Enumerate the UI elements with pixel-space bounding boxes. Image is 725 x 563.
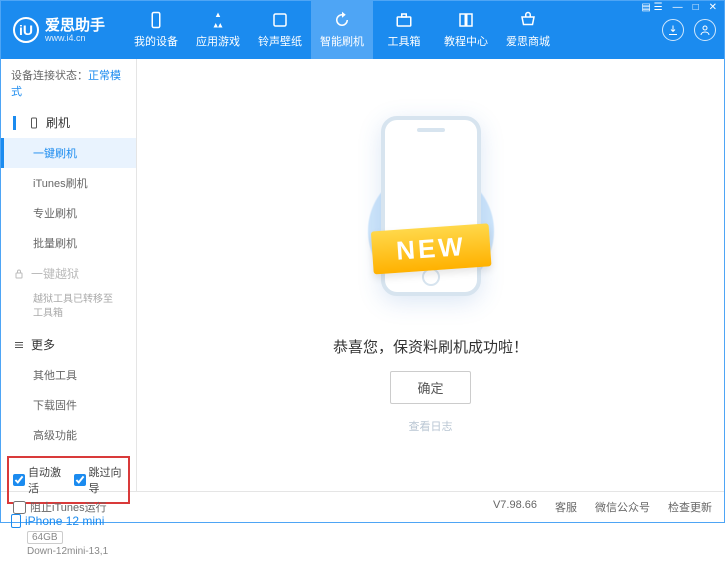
block-itunes-checkbox[interactable]: 阻止iTunes运行 xyxy=(13,499,107,515)
device-name: iPhone 12 mini xyxy=(11,514,128,528)
toolbox-icon xyxy=(395,11,413,29)
lock-icon xyxy=(13,268,25,280)
user-icon xyxy=(699,24,711,36)
app-title: 爱思助手 xyxy=(45,18,105,33)
nav-apps[interactable]: 应用游戏 xyxy=(187,1,249,59)
connection-status: 设备连接状态：正常模式 xyxy=(1,59,136,107)
user-button[interactable] xyxy=(694,19,716,41)
refresh-icon xyxy=(333,11,351,29)
sidebar-section-more[interactable]: 更多 xyxy=(1,329,136,360)
logo-icon: iU xyxy=(13,17,39,43)
customer-service-link[interactable]: 客服 xyxy=(555,499,577,515)
download-button[interactable] xyxy=(662,19,684,41)
wechat-link[interactable]: 微信公众号 xyxy=(595,499,650,515)
sidebar-section-flash[interactable]: 刷机 xyxy=(1,107,136,138)
sidebar-item-batch[interactable]: 批量刷机 xyxy=(1,228,136,258)
phone-small-icon xyxy=(28,117,40,129)
nav-my-device[interactable]: 我的设备 xyxy=(125,1,187,59)
jailbreak-note: 越狱工具已转移至 工具箱 xyxy=(1,289,136,329)
device-firmware: Down-12mini-13,1 xyxy=(27,546,128,557)
main-nav: 我的设备 应用游戏 铃声壁纸 智能刷机 工具箱 教程中心 爱思商城 xyxy=(125,1,662,59)
header-bar: iU 爱思助手 www.i4.cn 我的设备 应用游戏 铃声壁纸 智能刷机 工具… xyxy=(1,1,724,59)
option-checkboxes: 自动激活 跳过向导 xyxy=(7,456,130,504)
minimize-icon[interactable]: — xyxy=(671,2,685,13)
close-icon[interactable]: ✕ xyxy=(707,2,719,13)
device-info[interactable]: iPhone 12 mini 64GB Down-12mini-13,1 xyxy=(1,510,136,563)
skip-guide-checkbox[interactable]: 跳过向导 xyxy=(74,464,125,496)
menu-lines-icon xyxy=(13,339,25,351)
sidebar-item-other[interactable]: 其他工具 xyxy=(1,360,136,390)
view-log-link[interactable]: 查看日志 xyxy=(409,418,453,434)
nav-store[interactable]: 爱思商城 xyxy=(497,1,559,59)
device-storage: 64GB xyxy=(27,531,63,544)
nav-toolbox[interactable]: 工具箱 xyxy=(373,1,435,59)
sidebar-item-advanced[interactable]: 高级功能 xyxy=(1,420,136,450)
sidebar-item-pro[interactable]: 专业刷机 xyxy=(1,198,136,228)
version-label: V7.98.66 xyxy=(493,499,537,515)
window-controls: ▤ ☰ — □ ✕ xyxy=(639,2,719,13)
success-message: 恭喜您，保资料刷机成功啦！ xyxy=(333,336,528,357)
apps-icon xyxy=(209,11,227,29)
new-ribbon: NEW xyxy=(370,223,490,274)
nav-ringtones[interactable]: 铃声壁纸 xyxy=(249,1,311,59)
cart-icon xyxy=(519,11,537,29)
wallpaper-icon xyxy=(271,11,289,29)
phone-illustration: NEW xyxy=(371,116,491,316)
download-icon xyxy=(667,24,679,36)
nav-tutorials[interactable]: 教程中心 xyxy=(435,1,497,59)
sidebar-item-oneclick[interactable]: 一键刷机 xyxy=(1,138,136,168)
app-subtitle: www.i4.cn xyxy=(45,33,105,43)
sidebar-item-download-fw[interactable]: 下载固件 xyxy=(1,390,136,420)
auto-activate-checkbox[interactable]: 自动激活 xyxy=(13,464,64,496)
menu-icon[interactable]: ▤ ☰ xyxy=(639,2,664,13)
book-icon xyxy=(457,11,475,29)
main-content: NEW 恭喜您，保资料刷机成功啦！ 确定 查看日志 xyxy=(137,59,724,491)
logo: iU 爱思助手 www.i4.cn xyxy=(13,17,105,43)
sidebar: 设备连接状态：正常模式 刷机 一键刷机 iTunes刷机 专业刷机 批量刷机 一… xyxy=(1,59,137,491)
confirm-button[interactable]: 确定 xyxy=(390,371,470,404)
phone-icon xyxy=(147,11,165,29)
check-update-link[interactable]: 检查更新 xyxy=(668,499,712,515)
header-actions xyxy=(662,19,716,41)
nav-flash[interactable]: 智能刷机 xyxy=(311,1,373,59)
maximize-icon[interactable]: □ xyxy=(691,2,701,13)
sidebar-section-jailbreak: 一键越狱 xyxy=(1,258,136,289)
sidebar-item-itunes[interactable]: iTunes刷机 xyxy=(1,168,136,198)
